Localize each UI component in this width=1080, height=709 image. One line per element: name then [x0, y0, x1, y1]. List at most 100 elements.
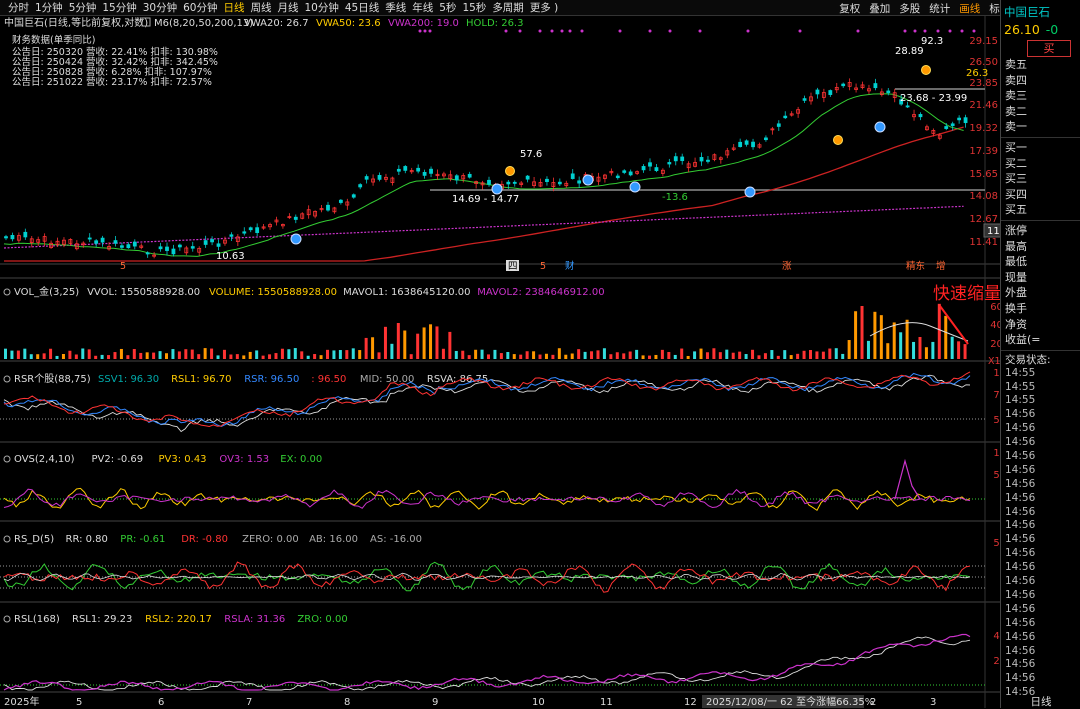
period-tab-6[interactable]: 日线 [224, 0, 245, 15]
toolbar-btn-0[interactable]: 复权 [839, 1, 860, 16]
indicator-name: M6(8,20,50,200,13) [154, 18, 253, 29]
volume-bar [506, 352, 509, 359]
volume-bar [468, 355, 471, 359]
candle-body [378, 175, 381, 179]
volume-bar [339, 350, 342, 359]
volume-bar [171, 349, 174, 359]
chart-area[interactable]: 29.1526.5023.8521.4619.3217.3915.6514.08… [0, 16, 1000, 708]
rsr-value: RSL1: 96.70 [171, 374, 231, 385]
period-tab-14[interactable]: 15秒 [462, 0, 486, 15]
price-tick: 17.39 [969, 146, 998, 157]
volume-bar [745, 354, 748, 359]
bid-level-2[interactable]: 买三 [1001, 171, 1080, 187]
volume-indicator-text: MAVOL2: 2384646912.00 [477, 287, 604, 298]
rsl-value: RSL1: 29.23 [72, 614, 132, 625]
volume-bar [886, 343, 889, 359]
candle-body [101, 238, 104, 242]
volume-bar [609, 354, 612, 359]
ask-level-1[interactable]: 卖四 [1001, 73, 1080, 89]
period-tab-8[interactable]: 月线 [278, 0, 299, 15]
bid-level-3[interactable]: 买四 [1001, 187, 1080, 203]
period-tab-5[interactable]: 60分钟 [183, 0, 217, 15]
volume-bar [217, 355, 220, 359]
period-tab-10[interactable]: 45日线 [345, 0, 379, 15]
period-tab-16[interactable]: 更多 ) [530, 0, 558, 15]
volume-bar [596, 350, 599, 359]
ask-level-4[interactable]: 卖一 [1001, 119, 1080, 135]
volume-bar [197, 354, 200, 359]
candle-body [5, 237, 8, 238]
tick-time-3: 14:56 [1001, 408, 1080, 422]
candle-body [739, 142, 742, 146]
last-price-label: 11.84 [987, 226, 1000, 237]
volume-unit: X10万 [988, 356, 1000, 367]
bid-level-1[interactable]: 买二 [1001, 156, 1080, 172]
period-tab-1[interactable]: 1分钟 [35, 0, 63, 15]
volume-bar [558, 348, 561, 359]
ovs-title: OVS(2,4,10) [14, 454, 75, 465]
period-tab-11[interactable]: 季线 [385, 0, 406, 15]
tick-time-21: 14:56 [1001, 658, 1080, 672]
ask-level-2[interactable]: 卖三 [1001, 88, 1080, 104]
toolbar-btn-2[interactable]: 多股 [899, 1, 920, 16]
ovs-value: EX: 0.00 [280, 454, 322, 465]
period-tab-13[interactable]: 5秒 [439, 0, 456, 15]
volume-bar [783, 350, 786, 359]
rsl-tick: 20.00 [993, 656, 1000, 667]
period-tab-7[interactable]: 周线 [251, 0, 272, 15]
price-tick: 21.46 [969, 100, 998, 111]
volume-bar [403, 331, 406, 359]
ask-level-0[interactable]: 卖五 [1001, 57, 1080, 73]
volume-bar [30, 354, 33, 359]
volume-bar [964, 344, 967, 359]
event-dot [949, 30, 952, 33]
bid-level-0[interactable]: 买一 [1001, 140, 1080, 156]
price-tick: 19.32 [969, 123, 998, 134]
volume-bar [165, 353, 168, 359]
candle-body [146, 253, 149, 254]
bid-level-4[interactable]: 买五 [1001, 202, 1080, 218]
volume-bar [442, 349, 445, 359]
volume-bar [345, 350, 348, 359]
toolbar-btn-4[interactable]: 画线 [959, 1, 980, 16]
candle-body [172, 249, 175, 254]
buy-button[interactable]: 买 [1027, 40, 1071, 57]
period-tab-3[interactable]: 15分钟 [102, 0, 136, 15]
candle-body [211, 240, 214, 242]
signal-marker-icon [630, 182, 640, 192]
tick-time-20: 14:56 [1001, 645, 1080, 659]
rsd-value: PR: -0.61 [120, 534, 165, 545]
tick-time-2: 14:55 [1001, 394, 1080, 408]
period-tab-4[interactable]: 30分钟 [143, 0, 177, 15]
tick-time-6: 14:56 [1001, 450, 1080, 464]
candle-body [11, 235, 14, 238]
period-tab-2[interactable]: 5分钟 [69, 0, 97, 15]
rsl-value: ZRO: 0.00 [297, 614, 347, 625]
volume-bar [526, 351, 529, 359]
period-tab-0[interactable]: 分时 [8, 0, 29, 15]
candle-body [764, 138, 767, 140]
signal-marker-icon [875, 122, 885, 132]
fin-row: 公告日: 251022 营收: 23.17% 扣非: 72.57% [12, 76, 212, 88]
toolbar-btn-3[interactable]: 统计 [929, 1, 950, 16]
ask-level-3[interactable]: 卖二 [1001, 104, 1080, 120]
toolbar-btn-1[interactable]: 叠加 [869, 1, 890, 16]
tick-time-12: 14:56 [1001, 533, 1080, 547]
volume-bar [654, 355, 657, 359]
candle-body [706, 160, 709, 161]
x-axis-label: 2 [870, 697, 876, 708]
volume-bar [461, 351, 464, 359]
volume-bar [635, 350, 638, 359]
period-tab-15[interactable]: 多周期 [492, 0, 524, 15]
volume-bar [184, 349, 187, 359]
signal-marker-icon [745, 187, 755, 197]
day-line-button[interactable]: 日线 [1001, 694, 1080, 709]
candle-body [668, 162, 671, 163]
candle-body [803, 99, 806, 101]
period-tab-9[interactable]: 10分钟 [305, 0, 339, 15]
tick-time-13: 14:56 [1001, 547, 1080, 561]
volume-bar [835, 348, 838, 359]
event-label: 5 [540, 261, 546, 272]
period-tab-12[interactable]: 年线 [412, 0, 433, 15]
high-label: 28.89 [895, 46, 924, 57]
